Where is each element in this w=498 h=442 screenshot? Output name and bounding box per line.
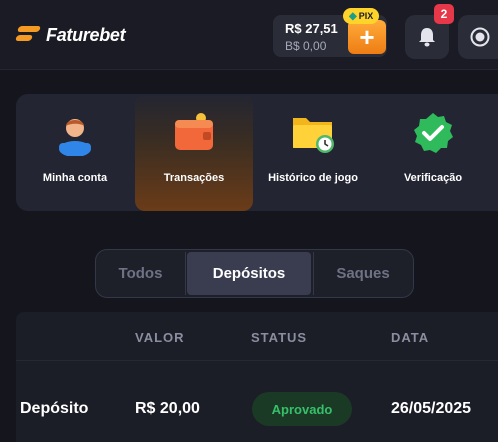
top-header: Faturebet R$ 27,51 B$ 0,00 + ◆ PIX 2 bbox=[0, 0, 498, 70]
column-header-status: STATUS bbox=[251, 330, 308, 345]
transaction-type: Depósito bbox=[20, 400, 89, 417]
pix-badge: ◆ PIX bbox=[343, 8, 380, 24]
user-icon bbox=[52, 110, 98, 157]
brand-logo[interactable]: Faturebet bbox=[14, 20, 126, 50]
bonus-balance-amount: B$ 0,00 bbox=[285, 39, 327, 53]
tab-depositos[interactable]: Depósitos bbox=[187, 252, 311, 295]
transaction-value: R$ 20,00 bbox=[135, 400, 200, 417]
chat-button[interactable] bbox=[458, 15, 498, 59]
pix-icon: ◆ bbox=[349, 10, 357, 22]
pix-label: PIX bbox=[358, 11, 374, 21]
menu-item-transacoes[interactable]: Transações bbox=[135, 94, 253, 211]
menu-item-verificacao[interactable]: Verificação bbox=[374, 94, 492, 211]
account-menu: Minha conta Transações Histórico de jogo bbox=[16, 94, 498, 211]
menu-item-historico-de-jogo[interactable]: Histórico de jogo bbox=[254, 94, 372, 211]
menu-item-label: Minha conta bbox=[42, 172, 108, 184]
column-header-valor: VALOR bbox=[135, 330, 185, 345]
transaction-filter-tabs: Todos Depósitos Saques bbox=[95, 249, 414, 298]
check-shield-icon bbox=[410, 110, 456, 156]
brand-name: Faturebet bbox=[46, 24, 126, 45]
balance-amount: R$ 27,51 bbox=[285, 21, 338, 36]
transactions-table: VALOR STATUS DATA Depósito R$ 20,00 Apro… bbox=[16, 312, 498, 442]
menu-item-minha-conta[interactable]: Minha conta bbox=[16, 94, 134, 211]
folder-clock-icon bbox=[290, 110, 336, 156]
menu-item-label: Histórico de jogo bbox=[268, 172, 358, 184]
column-header-data: DATA bbox=[391, 330, 430, 345]
logo-mark-icon bbox=[14, 24, 42, 46]
notification-count-badge: 2 bbox=[434, 4, 454, 24]
tab-todos[interactable]: Todos bbox=[98, 252, 183, 295]
chat-icon bbox=[470, 27, 490, 47]
deposit-button[interactable]: + bbox=[348, 20, 386, 54]
menu-item-label: Verificação bbox=[403, 172, 463, 184]
menu-item-label: Transações bbox=[163, 172, 225, 184]
status-badge: Aprovado bbox=[252, 392, 352, 426]
tab-saques[interactable]: Saques bbox=[315, 252, 411, 295]
tab-divider bbox=[313, 252, 314, 295]
transaction-date: 26/05/2025 bbox=[391, 400, 472, 417]
tab-divider bbox=[185, 252, 186, 295]
wallet-icon bbox=[171, 110, 217, 156]
bell-icon bbox=[419, 28, 435, 47]
header-divider bbox=[16, 360, 498, 361]
